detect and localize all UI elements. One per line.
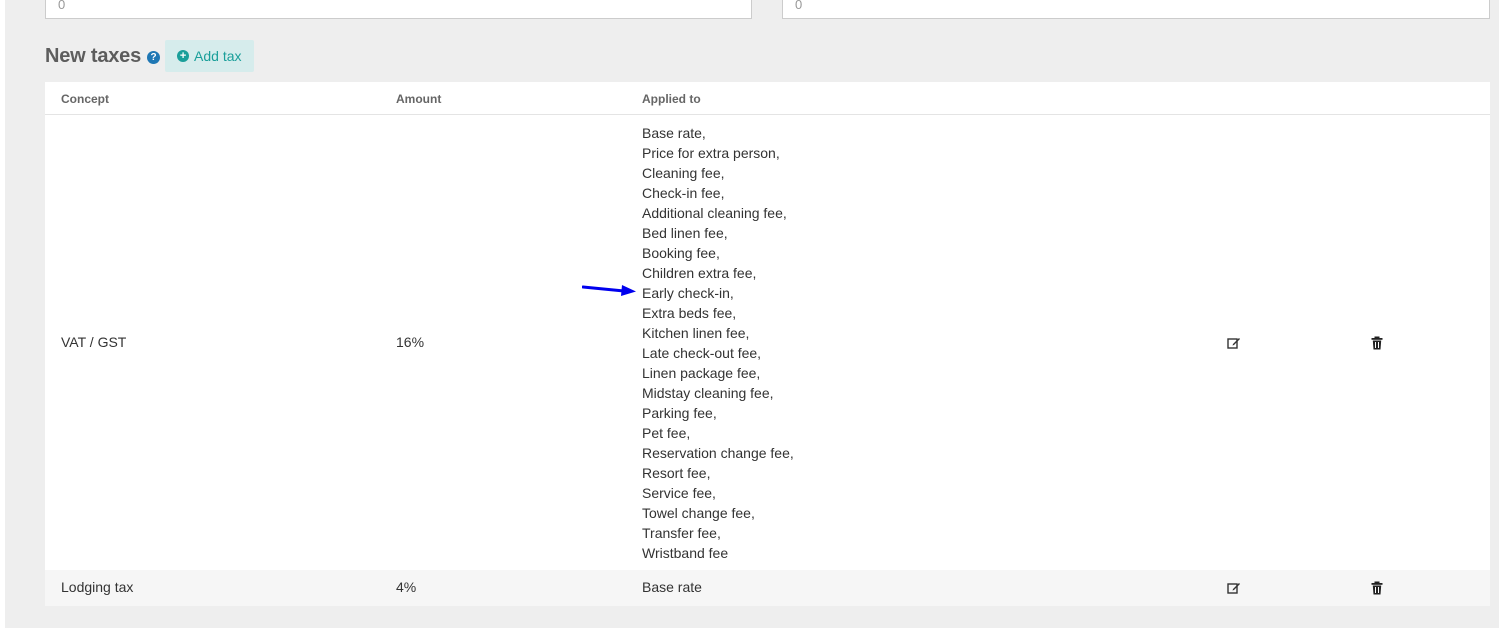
list-item: Extra beds fee, xyxy=(642,305,737,321)
list-item: Base rate, xyxy=(642,125,706,141)
arrow-right-icon xyxy=(582,285,636,296)
number-field-right[interactable]: 0 xyxy=(782,0,1490,19)
list-item: Midstay cleaning fee, xyxy=(642,385,774,401)
list-item: Service fee, xyxy=(642,485,716,501)
taxes-table: Concept Amount Applied to VAT / GST 16% … xyxy=(45,82,1490,606)
list-item: Reservation change fee, xyxy=(642,445,794,461)
add-tax-label: Add tax xyxy=(194,48,242,64)
list-item: Check-in fee, xyxy=(642,185,725,201)
table-row: Lodging tax 4% Base rate xyxy=(45,570,1490,606)
list-item: Wristband fee xyxy=(642,545,729,561)
header-applied-to: Applied to xyxy=(642,92,701,106)
number-field-left[interactable]: 0 xyxy=(45,0,752,19)
row-concept: Lodging tax xyxy=(61,579,134,595)
header-concept: Concept xyxy=(61,92,109,106)
row-amount: 4% xyxy=(396,579,417,595)
trash-icon[interactable] xyxy=(1370,581,1384,595)
applied-to-list: Base rate, Price for extra person, Clean… xyxy=(642,124,794,564)
row-amount: 16% xyxy=(396,334,425,350)
header-amount: Amount xyxy=(396,92,442,106)
plus-circle-icon: + xyxy=(177,50,190,62)
taxes-panel: 0 0 New taxes ? + Add tax Concept Amount… xyxy=(5,0,1499,628)
list-item: Towel change fee, xyxy=(642,505,755,521)
list-item: Booking fee, xyxy=(642,245,720,261)
list-item: Early check-in, xyxy=(642,285,734,301)
add-tax-button[interactable]: + Add tax xyxy=(165,40,254,72)
list-item: Price for extra person, xyxy=(642,145,780,161)
list-item: Resort fee, xyxy=(642,465,711,481)
list-item: Children extra fee, xyxy=(642,265,757,281)
list-item: Bed linen fee, xyxy=(642,225,728,241)
section-header: New taxes ? + Add tax xyxy=(45,40,254,72)
edit-icon[interactable] xyxy=(1227,581,1241,595)
list-item: Kitchen linen fee, xyxy=(642,325,750,341)
list-item: Linen package fee, xyxy=(642,365,761,381)
table-header: Concept Amount Applied to xyxy=(45,82,1490,115)
list-item: Cleaning fee, xyxy=(642,165,725,181)
question-circle-icon[interactable]: ? xyxy=(147,50,161,64)
list-item: Transfer fee, xyxy=(642,525,721,541)
table-row: VAT / GST 16% Base rate, Price for extra… xyxy=(45,115,1490,570)
row-applied-to: Base rate xyxy=(642,579,702,595)
trash-icon[interactable] xyxy=(1370,336,1384,350)
list-item: Parking fee, xyxy=(642,405,717,421)
list-item: Pet fee, xyxy=(642,425,691,441)
section-title: New taxes xyxy=(45,44,142,67)
list-item: Additional cleaning fee, xyxy=(642,205,787,221)
edit-icon[interactable] xyxy=(1227,336,1241,350)
row-concept: VAT / GST xyxy=(61,334,127,350)
list-item: Late check-out fee, xyxy=(642,345,762,361)
